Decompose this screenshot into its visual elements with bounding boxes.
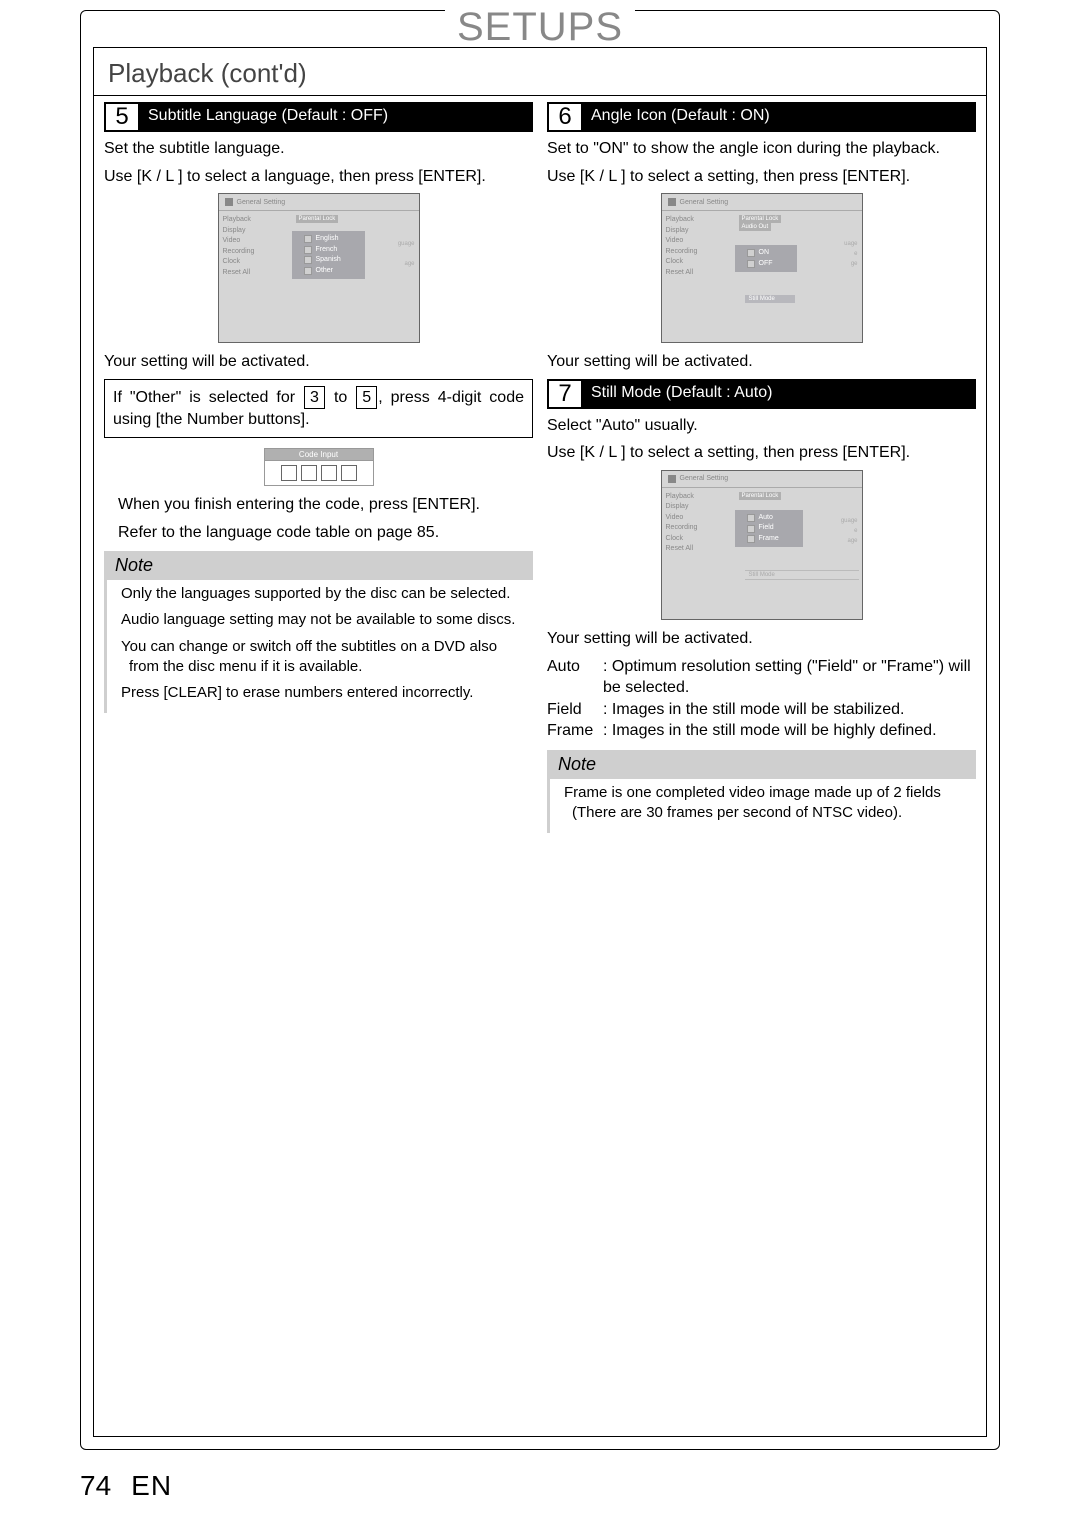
step-5-header: 5 Subtitle Language (Default : OFF) [104, 102, 533, 132]
text: Your setting will be activated. [547, 628, 976, 650]
definition-frame: Frame : Images in the still mode will be… [547, 720, 976, 742]
page-language: EN [131, 1470, 172, 1502]
note-heading: Note [547, 750, 976, 779]
note-step5: Note Only the languages supported by the… [104, 551, 533, 713]
osd-side-item: Video [223, 236, 288, 247]
left-column: 5 Subtitle Language (Default : OFF) Set … [104, 102, 533, 833]
note-item: You can change or switch off the subtitl… [121, 637, 527, 678]
text: Set to "ON" to show the angle icon durin… [547, 138, 976, 160]
osd-options: ON OFF [735, 245, 797, 272]
note-item: Audio language setting may not be availa… [121, 610, 527, 630]
section-title: Playback (cont'd) [94, 48, 986, 96]
text: Use [K / L ] to select a setting, then p… [547, 166, 976, 188]
osd-title: General Setting [237, 199, 286, 206]
osd-side-item: Clock [223, 257, 288, 268]
step-number: 6 [547, 102, 583, 132]
step-title: Subtitle Language (Default : OFF) [140, 102, 533, 132]
code-input-graphic: Code Input [264, 448, 374, 486]
osd-main: Parental Lock Audio Out uage e ge ON OFF [735, 211, 862, 321]
note-step7: Note Frame is one completed video image … [547, 750, 976, 834]
osd-tab: Parental Lock [739, 215, 782, 223]
note-heading: Note [104, 551, 533, 580]
osd-main: Parental Lock guage age English French S… [292, 211, 419, 321]
note-item: Press [CLEAR] to erase numbers entered i… [121, 683, 527, 703]
text: Use [K / L ] to select a setting, then p… [547, 442, 976, 464]
note-item: Only the languages supported by the disc… [121, 584, 527, 604]
text: Refer to the language code table on page… [104, 522, 533, 544]
callout-other-code: If "Other" is selected for 3 to 5, press… [104, 379, 533, 438]
step-6-header: 6 Angle Icon (Default : ON) [547, 102, 976, 132]
step-title: Still Mode (Default : Auto) [583, 379, 976, 409]
text: Your setting will be activated. [547, 351, 976, 373]
text: When you finish entering the code, press… [104, 494, 533, 516]
osd-sidebar: Playback Display Video Recording Clock R… [219, 211, 292, 321]
step-number: 7 [547, 379, 583, 409]
page-title: SETUPS [445, 5, 635, 50]
note-body: Frame is one completed video image made … [547, 779, 976, 834]
osd-sidebar: Playback Display Video Recording Clock R… [662, 211, 735, 321]
text: Set the subtitle language. [104, 138, 533, 160]
osd-side-item: Display [223, 226, 288, 237]
osd-tab: Parental Lock [739, 492, 782, 500]
osd-bottom-label: Still Mode [745, 570, 859, 580]
osd-bottom-label: Still Mode [745, 295, 795, 303]
osd-title: General Setting [680, 475, 729, 482]
osd-tab: Audio Out [739, 223, 772, 231]
step-number: 5 [104, 102, 140, 132]
osd-subtitle-language: General Setting Playback Display Video R… [218, 193, 420, 343]
outer-frame: SETUPS Playback (cont'd) 5 Subtitle Lang… [80, 10, 1000, 1450]
boxed-number-3: 3 [304, 386, 325, 410]
osd-side-item: Playback [223, 215, 288, 226]
right-column: 6 Angle Icon (Default : ON) Set to "ON" … [547, 102, 976, 833]
osd-side-item: Recording [223, 247, 288, 258]
osd-main: Parental Lock guage e age Auto Field Fra… [735, 488, 862, 598]
manual-page: SETUPS Playback (cont'd) 5 Subtitle Lang… [0, 0, 1080, 1526]
inner-frame: Playback (cont'd) 5 Subtitle Language (D… [93, 47, 987, 1437]
osd-still-mode: General Setting Playback Display Video R… [661, 470, 863, 620]
definition-auto: Auto : Optimum resolution setting ("Fiel… [547, 656, 976, 699]
text: Use [K / L ] to select a language, then … [104, 166, 533, 188]
osd-side-item: Reset All [223, 268, 288, 279]
osd-sidebar: Playback Display Video Recording Clock R… [662, 488, 735, 598]
text: Your setting will be activated. [104, 351, 533, 373]
note-item: Frame is one completed video image made … [564, 783, 970, 824]
note-body: Only the languages supported by the disc… [104, 580, 533, 713]
osd-title: General Setting [680, 199, 729, 206]
osd-options: Auto Field Frame [735, 510, 803, 548]
osd-options: English French Spanish Other [292, 231, 365, 279]
step-title: Angle Icon (Default : ON) [583, 102, 976, 132]
boxed-number-5: 5 [356, 386, 377, 410]
definition-field: Field : Images in the still mode will be… [547, 699, 976, 721]
page-footer: 74 EN [80, 1470, 172, 1502]
step-7-header: 7 Still Mode (Default : Auto) [547, 379, 976, 409]
text: Select "Auto" usually. [547, 415, 976, 437]
code-input-label: Code Input [264, 448, 374, 460]
two-columns: 5 Subtitle Language (Default : OFF) Set … [94, 96, 986, 833]
osd-tab: Parental Lock [296, 215, 339, 223]
osd-angle-icon: General Setting Playback Display Video R… [661, 193, 863, 343]
page-number: 74 [80, 1470, 111, 1502]
